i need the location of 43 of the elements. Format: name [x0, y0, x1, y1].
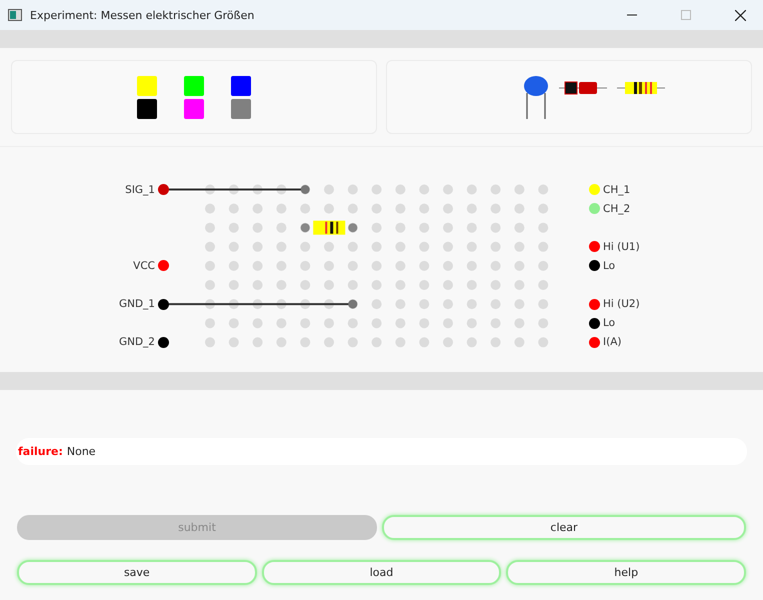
file-button[interactable]: help — [506, 560, 746, 585]
app-icon — [8, 9, 22, 21]
terminal-label: Lo — [603, 260, 616, 272]
terminal-label: I(A) — [603, 336, 622, 348]
terminal-label: Lo — [603, 317, 616, 330]
terminal-label: Hi (U1) — [603, 240, 640, 253]
terminal-label: CH_2 — [603, 202, 630, 215]
terminal-dot[interactable] — [589, 241, 600, 252]
terminal-dot[interactable] — [158, 298, 169, 310]
resistor-icon[interactable] — [617, 81, 665, 95]
terminal-label: GND_1 — [118, 298, 155, 310]
terminal-dot[interactable] — [589, 184, 600, 196]
action-button[interactable]: clear — [382, 515, 746, 540]
color-swatch[interactable] — [231, 98, 251, 118]
window-title: Experiment: Messen elektrischer Größen — [30, 8, 256, 22]
color-swatch[interactable] — [184, 98, 204, 118]
color-swatch[interactable] — [231, 76, 251, 96]
terminal-label: CH_1 — [603, 184, 630, 196]
color-swatch[interactable] — [184, 76, 204, 96]
file-button[interactable]: save — [17, 560, 257, 585]
terminal-dot[interactable] — [589, 260, 600, 272]
terminal-label: SIG_1 — [125, 184, 155, 196]
terminal-dot[interactable] — [589, 336, 600, 348]
close-icon[interactable] — [734, 10, 746, 20]
diode-icon[interactable] — [559, 81, 607, 95]
terminal-dot[interactable] — [158, 260, 169, 272]
status-value: None — [66, 445, 96, 458]
terminal-label: VCC — [133, 260, 155, 272]
terminal-label: GND_2 — [118, 336, 155, 348]
color-swatch[interactable] — [137, 98, 157, 118]
capacitor-icon[interactable] — [523, 75, 549, 119]
status-label: failure: — [18, 445, 63, 458]
color-swatch[interactable] — [137, 76, 157, 96]
terminal-label: Hi (U2) — [603, 298, 640, 310]
resistor-drawing[interactable] — [300, 220, 358, 235]
file-button[interactable]: load — [262, 560, 502, 585]
terminal-dot[interactable] — [589, 203, 600, 214]
wire[interactable] — [169, 300, 358, 309]
terminal-dot[interactable] — [589, 318, 600, 329]
terminal-dot[interactable] — [158, 336, 169, 348]
wire[interactable] — [169, 185, 310, 194]
terminal-dot[interactable] — [158, 184, 169, 196]
terminal-dot[interactable] — [589, 298, 600, 310]
